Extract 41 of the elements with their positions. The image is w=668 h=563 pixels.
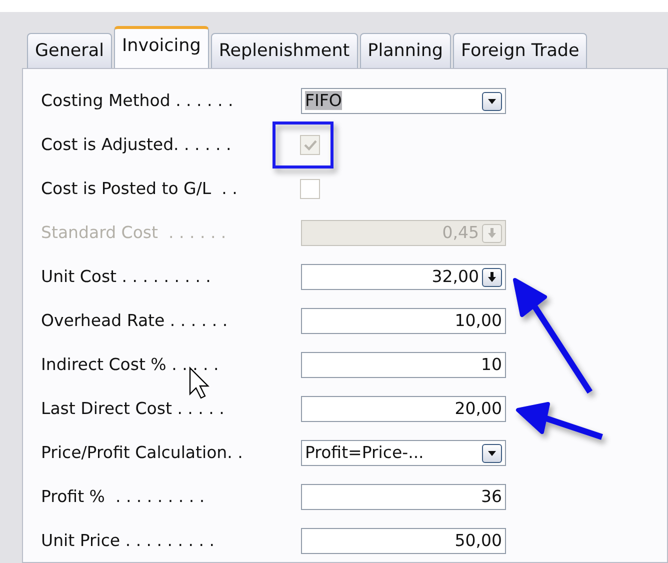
field-label: Cost is Posted to G/L . . [41,178,238,200]
number-field[interactable]: 10 [301,352,506,378]
down-arrow-icon [486,227,498,239]
tab[interactable]: Invoicing [114,26,209,68]
field-value: 50,00 [454,530,502,552]
dropdown-button[interactable] [482,444,502,462]
number-field[interactable]: 20,00 [301,396,506,422]
field-label: Cost is Adjusted. . . . . . [41,134,232,156]
tab[interactable]: General [27,33,112,68]
down-arrow-icon [486,271,498,283]
field-label: Standard Cost . . . . . . [41,222,228,244]
number-field[interactable]: 36 [301,484,506,510]
field-label: Profit % . . . . . . . . . [41,486,206,508]
cursor-icon [189,366,210,399]
field-value: FIFO [305,90,342,110]
tab[interactable]: Replenishment [210,33,358,68]
field-value: 32,00 [430,266,479,288]
number-field[interactable]: 32,00 [301,264,506,290]
field-label: Costing Method . . . . . . [41,90,234,112]
field-label: Overhead Rate . . . . . . [41,310,229,332]
number-field[interactable]: 10,00 [301,308,506,334]
lookup-button[interactable] [482,268,502,286]
field-label: Last Direct Cost . . . . . [41,398,226,420]
number-field[interactable]: 50,00 [301,528,506,554]
field-value: 10,00 [454,310,502,332]
tab[interactable]: Foreign Trade [453,33,588,68]
field-value: 36 [480,486,502,508]
field-label: Indirect Cost % . . . . . [41,354,220,376]
dropdown-field[interactable]: Profit=Price-... [301,440,506,466]
checkbox[interactable] [300,179,320,199]
dropdown-field[interactable]: FIFO [301,88,506,114]
field-label: Price/Profit Calculation. . [41,442,244,464]
checkmark-icon [304,140,316,150]
field-label: Unit Price . . . . . . . . . [41,530,216,552]
field-value: 20,00 [454,398,502,420]
tab[interactable]: Planning [360,33,452,68]
field-label: Unit Cost . . . . . . . . . [41,266,212,288]
field-value: Profit=Price-... [305,442,424,462]
dropdown-button[interactable] [482,92,502,110]
field-value: 0,45 [441,222,479,244]
field-value: 10 [480,354,502,376]
